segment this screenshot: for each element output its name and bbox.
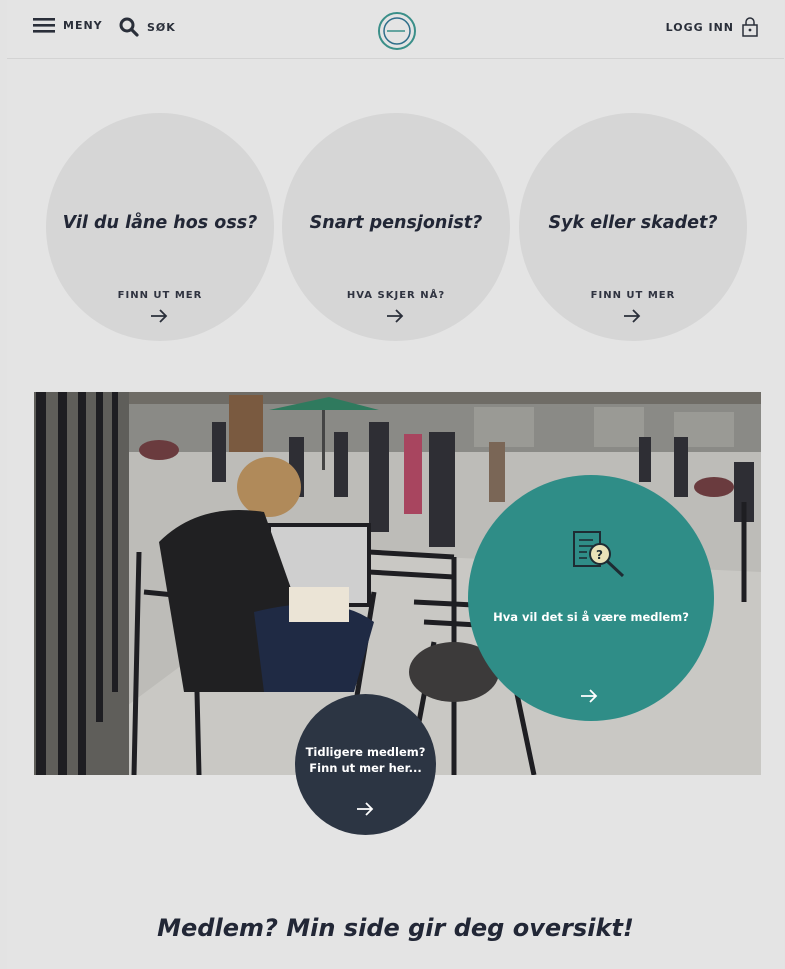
former-member-line2: Finn ut mer her... bbox=[309, 761, 422, 775]
logo-icon bbox=[378, 12, 416, 50]
site-header: MENY SØK LOGG INN bbox=[7, 0, 784, 59]
member-info-text: Hva vil det si å være medlem? bbox=[493, 610, 689, 624]
former-member-text: Tidligere medlem? Finn ut mer her... bbox=[295, 744, 436, 776]
arrow-right-icon bbox=[151, 309, 168, 323]
circle-loan[interactable]: Vil du låne hos oss? FINN UT MER bbox=[46, 113, 274, 341]
member-info-circle[interactable]: ? Hva vil det si å være medlem? bbox=[468, 475, 714, 721]
circle-pension-question: Snart pensjonist? bbox=[309, 213, 483, 233]
lock-icon bbox=[742, 17, 758, 37]
arrow-right-icon bbox=[357, 802, 374, 816]
former-member-line1: Tidligere medlem? bbox=[305, 745, 426, 759]
min-side-heading: Medlem? Min side gir deg oversikt! bbox=[157, 914, 634, 942]
circle-sick-question: Syk eller skadet? bbox=[548, 213, 718, 233]
circle-loan-question: Vil du låne hos oss? bbox=[62, 213, 258, 233]
page: MENY SØK LOGG INN Vil du låne hos oss? F… bbox=[7, 0, 784, 969]
circle-pension[interactable]: Snart pensjonist? HVA SKJER NÅ? bbox=[282, 113, 510, 341]
menu-label: MENY bbox=[63, 18, 103, 32]
former-member-circle[interactable]: Tidligere medlem? Finn ut mer her... bbox=[295, 694, 436, 835]
svg-text:?: ? bbox=[596, 548, 603, 562]
search-icon bbox=[119, 17, 139, 37]
search-label: SØK bbox=[147, 20, 176, 34]
search-button[interactable]: SØK bbox=[119, 17, 176, 37]
login-button[interactable]: LOGG INN bbox=[666, 17, 758, 37]
hamburger-icon bbox=[33, 18, 55, 33]
login-label: LOGG INN bbox=[665, 20, 734, 34]
circle-loan-cta: FINN UT MER bbox=[117, 290, 203, 301]
document-question-icon: ? bbox=[573, 531, 625, 578]
arrow-right-icon bbox=[581, 689, 598, 703]
menu-button[interactable]: MENY bbox=[33, 17, 103, 33]
arrow-right-icon bbox=[387, 309, 404, 323]
logo[interactable] bbox=[377, 11, 417, 55]
circle-pension-cta: HVA SKJER NÅ? bbox=[346, 290, 446, 301]
arrow-right-icon bbox=[624, 309, 641, 323]
circle-sick-cta: FINN UT MER bbox=[590, 290, 676, 301]
circle-sick[interactable]: Syk eller skadet? FINN UT MER bbox=[519, 113, 747, 341]
